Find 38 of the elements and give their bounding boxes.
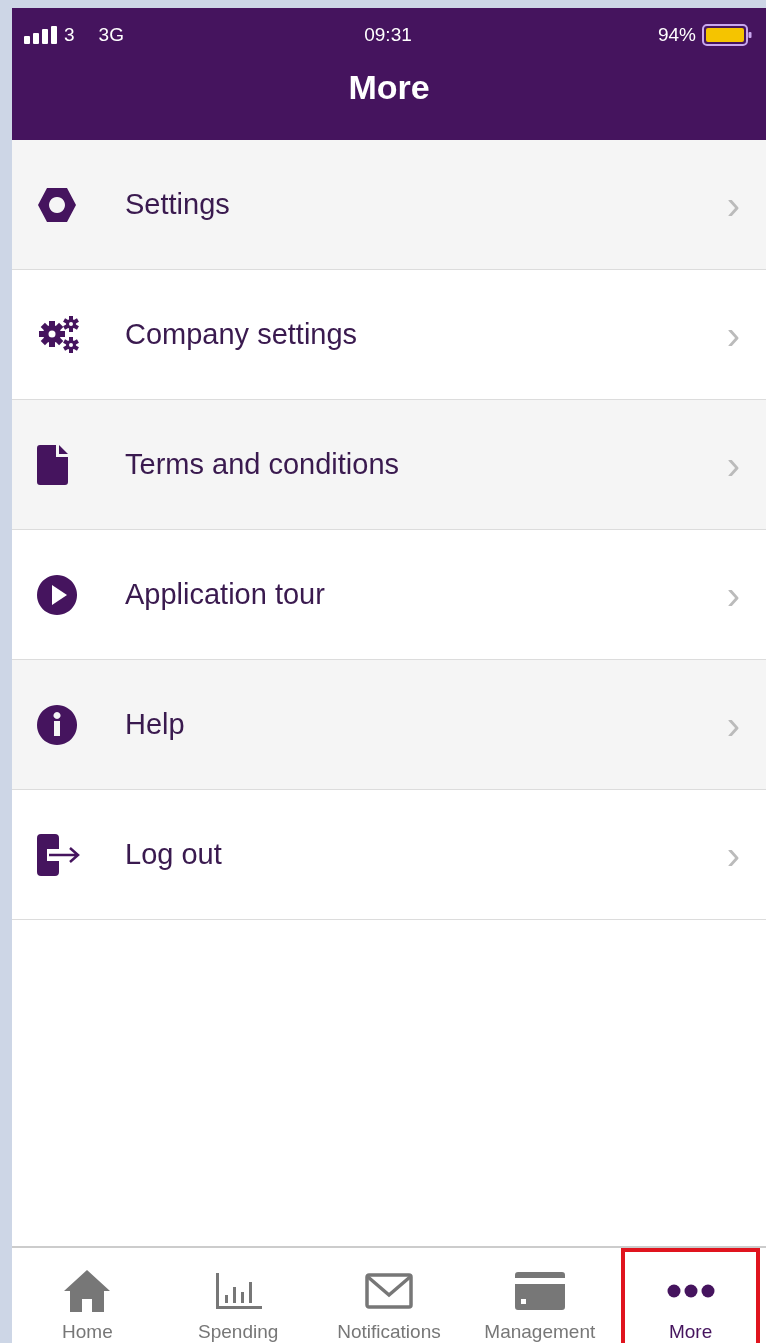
signal-icon — [24, 26, 58, 44]
gears-icon — [37, 314, 81, 355]
menu-item[interactable]: Help › — [12, 660, 766, 790]
menu-label: Company settings — [125, 318, 359, 351]
menu-item[interactable]: Settings › — [12, 140, 766, 270]
menu-item[interactable]: Terms and conditions › — [12, 400, 766, 530]
page-title: More — [348, 67, 430, 107]
hexagon-nut-icon — [37, 186, 77, 223]
play-icon — [37, 574, 77, 615]
tab-item[interactable]: Home — [18, 1248, 157, 1343]
menu-label: Terms and conditions — [125, 448, 401, 481]
battery-icon — [702, 24, 752, 46]
bar-chart-icon — [214, 1271, 263, 1311]
home-icon — [63, 1269, 112, 1313]
tab-item[interactable]: Spending — [168, 1248, 308, 1343]
chevron-icon: › — [726, 184, 740, 225]
time-text: 09:31 — [364, 24, 412, 46]
tab-item[interactable]: More — [621, 1248, 760, 1343]
menu-label: Help — [125, 708, 186, 741]
chevron-icon: › — [726, 574, 740, 615]
envelope-icon — [365, 1273, 413, 1309]
chevron-icon: › — [726, 834, 740, 875]
info-icon — [37, 704, 77, 745]
more-dots-icon — [666, 1284, 715, 1298]
chevron-icon: › — [726, 314, 740, 355]
chevron-icon: › — [726, 704, 740, 745]
chevron-icon: › — [726, 444, 740, 485]
menu-label: Application tour — [125, 578, 326, 611]
menu-label: Log out — [125, 838, 223, 871]
menu-label: Settings — [125, 188, 231, 221]
card-icon — [514, 1272, 565, 1310]
tab-item[interactable]: Notifications — [319, 1248, 459, 1343]
document-icon — [37, 443, 69, 486]
battery-text: 94% — [657, 24, 696, 46]
tab-item[interactable]: Management — [470, 1248, 610, 1343]
carrier-text: 3 — [64, 24, 75, 46]
network-text: 3G — [98, 24, 124, 46]
logout-icon — [37, 833, 81, 876]
